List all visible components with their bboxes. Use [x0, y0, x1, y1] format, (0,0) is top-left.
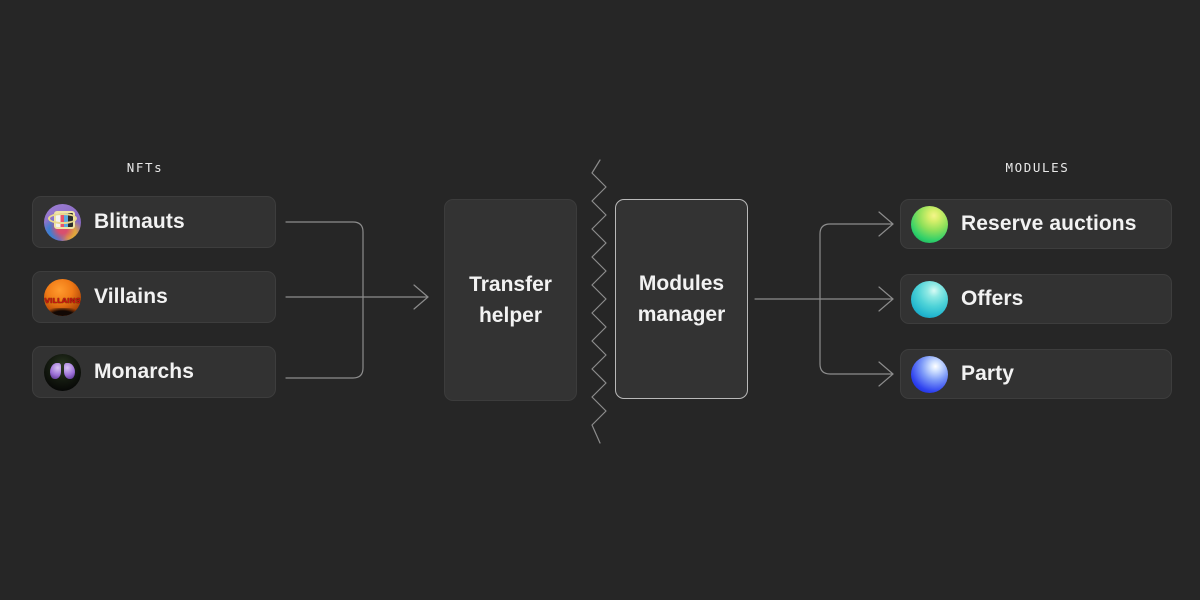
- module-card-party[interactable]: Party: [900, 349, 1172, 399]
- modules-column-label: MODULES: [1005, 160, 1070, 175]
- nft-card-label: Blitnauts: [94, 210, 185, 233]
- module-card-label: Offers: [961, 287, 1024, 310]
- arrowhead-offers: [878, 286, 894, 312]
- cyan-sphere-icon: [911, 280, 948, 318]
- villains-avatar-icon: [44, 278, 81, 316]
- wire-bus-to-party: [819, 298, 894, 375]
- arrowhead-transfer: [413, 284, 429, 310]
- arrowhead-party: [878, 361, 894, 387]
- green-sphere-icon: [911, 205, 948, 243]
- monarchs-avatar-icon: [44, 353, 81, 391]
- nft-card-blitnauts[interactable]: Blitnauts: [32, 196, 276, 248]
- module-card-reserve-auctions[interactable]: Reserve auctions: [900, 199, 1172, 249]
- blue-sphere-icon: [911, 355, 948, 393]
- diagram-canvas: NFTs MODULES Blitnauts VILLAINS Villains…: [0, 0, 1200, 600]
- arrowhead-reserve: [878, 211, 894, 237]
- nft-card-villains[interactable]: Villains: [32, 271, 276, 323]
- module-card-label: Party: [961, 362, 1015, 385]
- transfer-helper-line2: helper: [478, 304, 543, 327]
- wire-bus-to-reserve: [819, 223, 894, 300]
- nft-card-label: Monarchs: [94, 360, 194, 383]
- nft-card-label: Villains: [94, 285, 168, 308]
- nfts-column-label: NFTs: [126, 160, 164, 175]
- nft-card-monarchs[interactable]: Monarchs: [32, 346, 276, 398]
- module-card-label: Reserve auctions: [961, 212, 1137, 235]
- modules-manager-line2: manager: [637, 303, 726, 326]
- blitnauts-avatar-icon: [44, 203, 81, 241]
- wire-nft-bus: [285, 221, 364, 379]
- transfer-helper-box[interactable]: Transfer helper: [444, 199, 577, 401]
- modules-manager-line1: Modules: [638, 272, 725, 295]
- transfer-helper-line1: Transfer: [469, 273, 552, 296]
- zigzag-divider-line: [591, 159, 607, 444]
- modules-manager-box[interactable]: Modules manager: [615, 199, 748, 399]
- module-card-offers[interactable]: Offers: [900, 274, 1172, 324]
